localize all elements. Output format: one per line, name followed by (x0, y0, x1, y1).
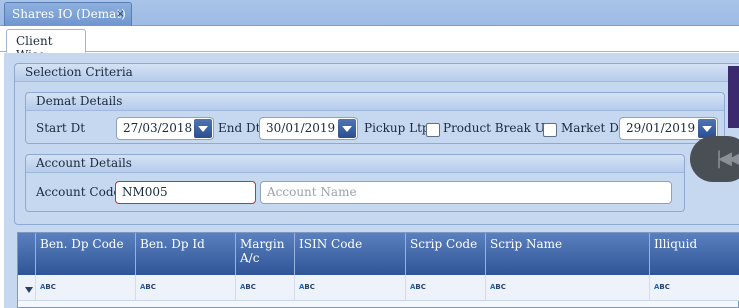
filter-row-indicator (18, 275, 36, 301)
skip-first-icon: |◀◀ (716, 148, 739, 169)
chevron-down-icon[interactable] (338, 119, 356, 138)
tab-shares-io-demat[interactable]: Shares IO (Demat) × (4, 2, 132, 26)
pickup-ltp-checkbox[interactable] (426, 123, 440, 137)
start-dt-value: 27/03/2018 (123, 121, 193, 135)
column-header[interactable]: Ben. Dp Code (36, 233, 136, 275)
grid-filter-row: ABC ABC ABC ABC ABC ABC ABC (18, 275, 739, 301)
account-details-title: Account Details (26, 155, 684, 173)
account-code-label: Account Code (36, 185, 121, 199)
account-name-input[interactable]: Account Name (260, 181, 672, 204)
end-dt-label: End Dt (218, 121, 261, 135)
account-code-input[interactable]: NM005 (115, 181, 256, 204)
demat-details-panel: Demat Details Start Dt 27/03/2018 End Dt… (25, 92, 725, 144)
filter-cell[interactable]: ABC (136, 275, 236, 301)
start-dt-picker[interactable]: 27/03/2018 (116, 117, 214, 140)
selection-criteria-panel: Selection Criteria Demat Details Start D… (14, 63, 739, 225)
end-dt-value: 30/01/2019 (266, 121, 336, 135)
inner-tab-strip: Client Wise (0, 26, 739, 62)
column-header[interactable]: Margin A/c (236, 233, 295, 275)
tab-label: Shares IO (Demat) (12, 7, 126, 21)
account-details-panel: Account Details Account Code NM005 Accou… (25, 154, 685, 212)
chevron-down-icon[interactable] (194, 119, 212, 138)
data-grid: Ben. Dp Code Ben. Dp Id Margin A/c ISIN … (17, 232, 739, 308)
start-dt-label: Start Dt (36, 121, 86, 135)
filter-cell[interactable]: ABC (406, 275, 486, 301)
document-tab-strip: Shares IO (Demat) × (0, 0, 739, 26)
text-filter-icon[interactable]: ABC (299, 283, 315, 291)
product-breakup-label: Product Break Up (443, 121, 553, 135)
market-dt-label: Market Dt (561, 121, 624, 135)
account-name-placeholder: Account Name (267, 185, 357, 199)
text-filter-icon[interactable]: ABC (654, 283, 670, 291)
text-filter-icon[interactable]: ABC (140, 283, 156, 291)
end-dt-picker[interactable]: 30/01/2019 (259, 117, 358, 140)
text-filter-icon[interactable]: ABC (240, 283, 256, 291)
filter-cell[interactable]: ABC (295, 275, 406, 301)
side-panel-edge (728, 66, 739, 128)
column-header[interactable]: ISIN Code (295, 233, 406, 275)
column-header[interactable]: Illiquid (650, 233, 739, 275)
filter-cell[interactable]: ABC (236, 275, 295, 301)
market-dt-value: 29/01/2019 (626, 121, 696, 135)
grid-header: Ben. Dp Code Ben. Dp Id Margin A/c ISIN … (18, 233, 739, 275)
market-dt-picker[interactable]: 29/01/2019 (619, 117, 718, 140)
selection-criteria-title: Selection Criteria (15, 64, 739, 82)
tab-client-wise[interactable]: Client Wise (6, 29, 86, 62)
first-record-button[interactable]: |◀◀ (690, 136, 739, 182)
pickup-ltp-label: Pickup Ltp (364, 121, 430, 135)
text-filter-icon[interactable]: ABC (410, 283, 426, 291)
column-header[interactable]: Scrip Code (406, 233, 486, 275)
column-header[interactable]: Ben. Dp Id (136, 233, 236, 275)
filter-cell[interactable]: ABC (650, 275, 739, 301)
filter-cell[interactable]: ABC (486, 275, 650, 301)
column-header[interactable]: Scrip Name (486, 233, 650, 275)
funnel-icon[interactable] (25, 287, 33, 293)
product-breakup-checkbox[interactable] (543, 123, 557, 137)
close-icon[interactable]: × (116, 7, 125, 20)
grid-indicator-column (18, 233, 36, 275)
demat-details-title: Demat Details (26, 93, 724, 111)
text-filter-icon[interactable]: ABC (490, 283, 506, 291)
text-filter-icon[interactable]: ABC (40, 283, 56, 291)
filter-cell[interactable]: ABC (36, 275, 136, 301)
account-code-value: NM005 (122, 185, 168, 199)
